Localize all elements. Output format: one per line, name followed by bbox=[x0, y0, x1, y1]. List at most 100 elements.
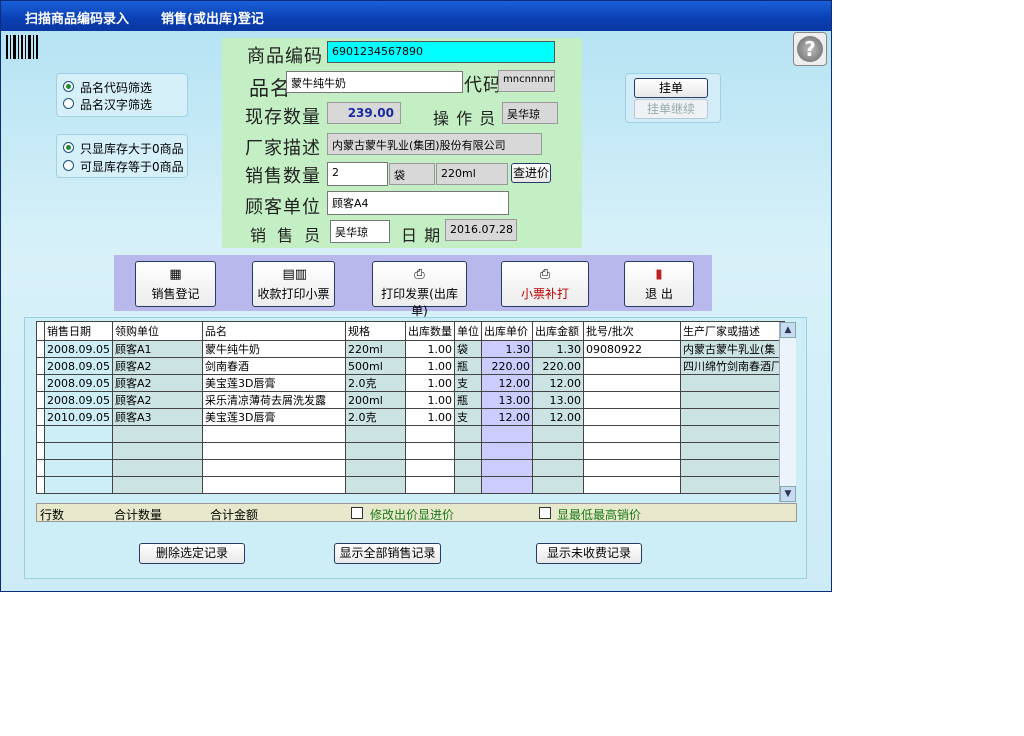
sale-qty-input[interactable]: 2 bbox=[327, 162, 388, 186]
table-cell[interactable] bbox=[453, 442, 482, 460]
table-cell[interactable] bbox=[679, 425, 785, 443]
reprint-receipt-button[interactable]: ⎙ 小票补打 bbox=[501, 261, 589, 307]
row-selector[interactable] bbox=[36, 459, 45, 477]
row-selector[interactable] bbox=[36, 442, 45, 460]
table-cell[interactable] bbox=[44, 425, 113, 443]
table-cell[interactable] bbox=[404, 442, 455, 460]
table-cell[interactable] bbox=[201, 442, 346, 460]
table-cell[interactable]: 1.00 bbox=[404, 374, 455, 392]
table-cell[interactable]: 瓶 bbox=[453, 357, 482, 375]
table-cell[interactable] bbox=[582, 442, 681, 460]
table-cell[interactable] bbox=[344, 442, 406, 460]
table-cell[interactable] bbox=[531, 476, 584, 494]
table-cell[interactable]: 2008.09.05 bbox=[44, 340, 113, 358]
table-cell[interactable]: 顾客A2 bbox=[111, 391, 203, 409]
table-cell[interactable]: 1.30 bbox=[480, 340, 533, 358]
radio-stock-zero[interactable] bbox=[63, 160, 74, 171]
table-cell[interactable]: 内蒙古蒙牛乳业(集 bbox=[679, 340, 785, 358]
print-receipt-button[interactable]: ▤▥ 收款打印小票 bbox=[252, 261, 335, 307]
table-cell[interactable]: 13.00 bbox=[480, 391, 533, 409]
table-cell[interactable] bbox=[344, 425, 406, 443]
table-cell[interactable]: 1.00 bbox=[404, 391, 455, 409]
table-cell[interactable]: 袋 bbox=[453, 340, 482, 358]
scroll-up-icon[interactable]: ▲ bbox=[780, 322, 796, 338]
table-cell[interactable] bbox=[344, 476, 406, 494]
column-header[interactable]: 单位 bbox=[453, 321, 482, 341]
table-cell[interactable]: 220.00 bbox=[480, 357, 533, 375]
table-cell[interactable]: 2010.09.05 bbox=[44, 408, 113, 426]
customer-input[interactable]: 顾客A4 bbox=[327, 191, 509, 215]
show-unpaid-button[interactable]: 显示未收费记录 bbox=[536, 543, 642, 564]
table-cell[interactable] bbox=[201, 425, 346, 443]
table-cell[interactable]: 12.00 bbox=[531, 374, 584, 392]
table-cell[interactable] bbox=[531, 425, 584, 443]
table-cell[interactable] bbox=[480, 425, 533, 443]
help-button[interactable]: ? bbox=[793, 32, 827, 66]
table-row[interactable]: 2008.09.05 顾客A2 剑南春酒 500ml 1.00 瓶 220.00 220.00… bbox=[36, 357, 785, 375]
table-cell[interactable]: 2008.09.05 bbox=[44, 374, 113, 392]
table-cell[interactable]: 2.0克 bbox=[344, 408, 406, 426]
table-cell[interactable]: 2.0克 bbox=[344, 374, 406, 392]
table-row[interactable] bbox=[36, 476, 785, 494]
table-row[interactable]: 2010.09.05 顾客A3 美宝莲3D唇膏 2.0克 1.00 支 12.00 12.00 bbox=[36, 408, 785, 426]
column-header[interactable]: 销售日期 bbox=[44, 321, 113, 341]
table-cell[interactable] bbox=[44, 442, 113, 460]
table-cell[interactable]: 1.00 bbox=[404, 340, 455, 358]
table-cell[interactable]: 500ml bbox=[344, 357, 406, 375]
radio-code-filter[interactable] bbox=[63, 81, 74, 92]
column-header[interactable]: 出库单价 bbox=[480, 321, 533, 341]
table-cell[interactable] bbox=[582, 425, 681, 443]
product-code-input[interactable]: 6901234567890 bbox=[327, 41, 555, 63]
table-cell[interactable]: 2008.09.05 bbox=[44, 357, 113, 375]
table-cell[interactable] bbox=[679, 374, 785, 392]
table-row[interactable] bbox=[36, 425, 785, 443]
table-cell[interactable]: 12.00 bbox=[480, 408, 533, 426]
table-cell[interactable]: 12.00 bbox=[531, 408, 584, 426]
table-cell[interactable] bbox=[344, 459, 406, 477]
table-cell[interactable] bbox=[679, 391, 785, 409]
row-selector[interactable] bbox=[36, 340, 45, 358]
table-cell[interactable] bbox=[44, 459, 113, 477]
table-cell[interactable]: 瓶 bbox=[453, 391, 482, 409]
table-cell[interactable]: 顾客A2 bbox=[111, 357, 203, 375]
table-cell[interactable]: 剑南春酒 bbox=[201, 357, 346, 375]
row-selector[interactable] bbox=[36, 374, 45, 392]
table-cell[interactable] bbox=[453, 459, 482, 477]
table-cell[interactable]: 蒙牛纯牛奶 bbox=[201, 340, 346, 358]
row-selector[interactable] bbox=[36, 391, 45, 409]
table-cell[interactable]: 13.00 bbox=[531, 391, 584, 409]
table-cell[interactable]: 09080922 bbox=[582, 340, 681, 358]
table-cell[interactable]: 美宝莲3D唇膏 bbox=[201, 374, 346, 392]
table-cell[interactable] bbox=[453, 425, 482, 443]
row-selector[interactable] bbox=[36, 425, 45, 443]
table-cell[interactable]: 220.00 bbox=[531, 357, 584, 375]
table-cell[interactable]: 顾客A1 bbox=[111, 340, 203, 358]
table-cell[interactable] bbox=[201, 476, 346, 494]
table-cell[interactable] bbox=[453, 476, 482, 494]
table-cell[interactable] bbox=[679, 476, 785, 494]
row-selector[interactable] bbox=[36, 476, 45, 494]
table-cell[interactable] bbox=[111, 476, 203, 494]
show-all-sales-button[interactable]: 显示全部销售记录 bbox=[334, 543, 441, 564]
table-cell[interactable] bbox=[582, 374, 681, 392]
table-cell[interactable]: 1.00 bbox=[404, 357, 455, 375]
table-cell[interactable] bbox=[531, 442, 584, 460]
table-cell[interactable] bbox=[404, 425, 455, 443]
register-sale-button[interactable]: ▦ 销售登记 bbox=[135, 261, 216, 307]
table-cell[interactable] bbox=[679, 442, 785, 460]
table-cell[interactable] bbox=[480, 459, 533, 477]
row-selector[interactable] bbox=[36, 408, 45, 426]
table-row[interactable]: 2008.09.05 顾客A1 蒙牛纯牛奶 220ml 1.00 袋 1.30 1.30 090… bbox=[36, 340, 785, 358]
exit-button[interactable]: ▮ 退 出 bbox=[624, 261, 694, 307]
table-cell[interactable] bbox=[582, 476, 681, 494]
table-row[interactable] bbox=[36, 459, 785, 477]
table-cell[interactable]: 支 bbox=[453, 408, 482, 426]
resume-order-button[interactable]: 挂单继续 bbox=[634, 99, 708, 119]
radio-hanzi-filter[interactable] bbox=[63, 98, 74, 109]
table-row[interactable]: 2008.09.05 顾客A2 采乐清凉薄荷去屑洗发露 200ml 1.00 瓶 13.00… bbox=[36, 391, 785, 409]
radio-stock-positive[interactable] bbox=[63, 142, 74, 153]
table-scrollbar[interactable]: ▲ ▼ bbox=[779, 322, 796, 502]
table-row[interactable] bbox=[36, 442, 785, 460]
table-cell[interactable] bbox=[44, 476, 113, 494]
table-cell[interactable]: 1.00 bbox=[404, 408, 455, 426]
